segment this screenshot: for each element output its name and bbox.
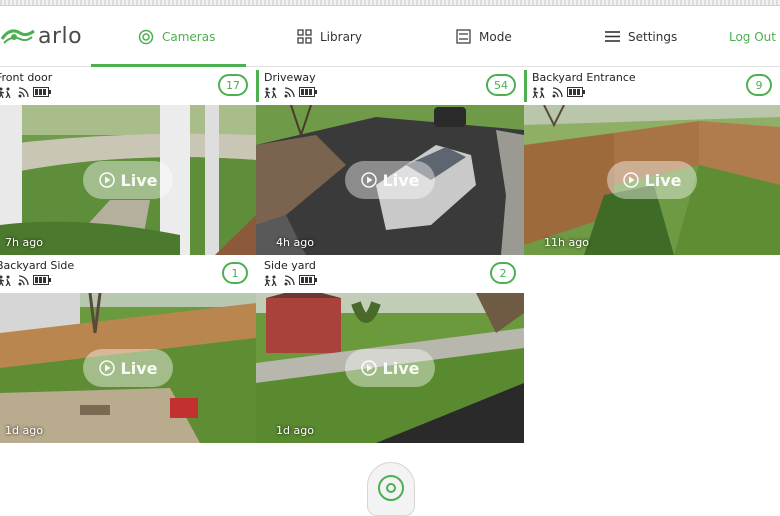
camera-card-header: Driveway 54 [256,67,524,105]
cameras-icon [138,29,154,44]
live-button[interactable]: Live [345,161,435,199]
last-event-time: 4h ago [276,236,314,249]
battery-icon [33,275,51,285]
camera-feed[interactable]: Live 11h ago [524,105,780,255]
battery-icon [567,87,585,97]
camera-card-header: Backyard Entrance 9 [524,67,780,105]
nav-mode-label: Mode [479,29,512,44]
camera-status-icons [264,274,317,286]
camera-status-icons [0,274,51,286]
play-icon [360,172,377,188]
battery-icon [299,275,317,285]
mode-icon [456,29,471,44]
camera-name: Driveway [264,71,316,84]
motion-icon [532,87,545,98]
live-label: Live [120,170,158,190]
arlo-logo[interactable]: arlo [0,20,82,52]
camera-card-header: Backyard Side 1 [0,255,256,293]
motion-icon [0,275,11,286]
live-button[interactable]: Live [607,161,697,199]
camera-feed[interactable]: Live 1d ago [0,293,256,443]
camera-name: Backyard Side [0,259,75,272]
hub-ring [378,475,404,501]
nav-cameras-label: Cameras [162,29,216,44]
library-icon [297,29,312,44]
event-count-badge[interactable]: 2 [490,262,516,284]
play-icon [622,172,639,188]
motion-icon [264,87,277,98]
live-label: Live [382,170,420,190]
camera-name: Front door [0,71,53,84]
live-button[interactable]: Live [83,349,173,387]
camera-card-side-yard[interactable]: Side yard 2 Live 1d ago [256,255,524,443]
event-count-badge[interactable]: 54 [486,74,516,96]
selection-indicator [524,70,527,102]
audio-icon [284,86,295,97]
nav-library[interactable]: Library [297,6,362,67]
last-event-time: 7h ago [5,236,43,249]
live-label: Live [644,170,682,190]
camera-card-header: Side yard 2 [256,255,524,293]
camera-card-backyard-side[interactable]: Backyard Side 1 Live 1d ago [0,255,256,443]
nav-library-label: Library [320,29,362,44]
last-event-time: 11h ago [544,236,589,249]
logo-text: arlo [38,23,83,49]
camera-card-backyard-entrance[interactable]: Backyard Entrance 9 Live 11h ago [524,67,780,255]
motion-icon [0,87,11,98]
selection-indicator [256,70,259,102]
camera-name: Side yard [264,259,316,272]
hub-dot [386,483,396,493]
battery-icon [299,87,317,97]
play-icon [360,360,377,376]
audio-icon [552,86,563,97]
live-label: Live [120,358,158,378]
camera-card-front-door[interactable]: Front door 17 Live 7h ago [0,67,256,255]
audio-icon [18,86,29,97]
event-count-badge[interactable]: 17 [218,74,248,96]
camera-feed[interactable]: Live 1d ago [256,293,524,443]
camera-status-icons [0,86,51,98]
play-icon [98,172,115,188]
live-button[interactable]: Live [83,161,173,199]
logout-link[interactable]: Log Out [729,6,776,67]
camera-feed[interactable]: Live 4h ago [256,105,524,255]
audio-icon [284,274,295,285]
nav-cameras[interactable]: Cameras [138,6,215,67]
camera-status-icons [532,86,585,98]
play-icon [98,360,115,376]
camera-feed[interactable]: Live 7h ago [0,105,256,255]
hub-icon [367,462,415,516]
live-label: Live [382,358,420,378]
settings-icon [605,31,620,42]
last-event-time: 1d ago [5,424,43,437]
nav-settings-label: Settings [628,29,678,44]
camera-card-header: Front door 17 [0,67,256,105]
event-count-badge[interactable]: 9 [746,74,772,96]
camera-name: Backyard Entrance [532,71,636,84]
audio-icon [18,274,29,285]
navbar: arlo Cameras Library Mode Settings Log O… [0,6,780,67]
arlo-logo-icon [0,29,35,44]
live-button[interactable]: Live [345,349,435,387]
last-event-time: 1d ago [276,424,314,437]
battery-icon [33,87,51,97]
nav-settings[interactable]: Settings [605,6,677,67]
nav-mode[interactable]: Mode [456,6,512,67]
motion-icon [264,275,277,286]
camera-card-driveway[interactable]: Driveway 54 Live 4h ago [256,67,524,255]
camera-status-icons [264,86,317,98]
event-count-badge[interactable]: 1 [222,262,248,284]
